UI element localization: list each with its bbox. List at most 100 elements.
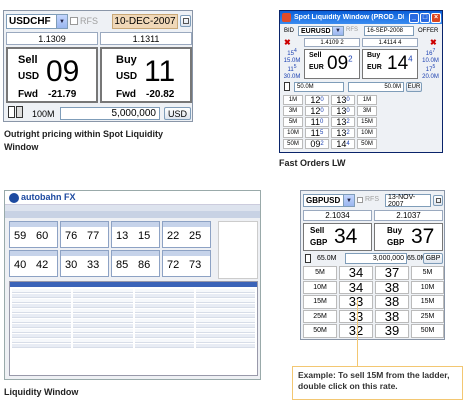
tile-ask[interactable]: 25 (189, 230, 201, 242)
document-icon[interactable] (8, 106, 15, 118)
price-tile[interactable]: 85 86 (111, 250, 160, 277)
currency-pair-select[interactable]: GBPUSD ▼ (303, 194, 355, 207)
currency-button[interactable]: USD (164, 107, 191, 120)
price-tile[interactable]: 72 73 (162, 250, 211, 277)
tile-ask[interactable]: 33 (87, 259, 99, 271)
buy-tile[interactable]: Buy USD 11 Fwd -20.82 (100, 47, 192, 103)
ladder-bid[interactable]: 11 0 (305, 117, 329, 127)
ask-depth-bottom[interactable]: 175 20.0M (420, 64, 441, 81)
sell-tile[interactable]: Sell USD 09 Fwd -21.79 (6, 47, 98, 103)
ladder-bid[interactable]: 33 (339, 309, 373, 324)
maximize-icon[interactable]: □ (420, 12, 430, 23)
chevron-down-icon[interactable]: ▼ (56, 15, 67, 28)
tile-header (10, 222, 57, 227)
amount-field[interactable]: 3,000,000 (345, 253, 407, 264)
sell-label: Sell (310, 226, 325, 235)
ladder-ask[interactable]: 14 4 (331, 139, 355, 149)
price-tile[interactable]: 40 42 (9, 250, 58, 277)
ladder-ask-value: 14 (336, 139, 347, 149)
price-tile[interactable]: 13 15 (111, 221, 160, 248)
sell-tile[interactable]: Sell EUR 092 (304, 49, 360, 79)
gbpusd-window: GBPUSD ▼ RFS 13-NOV-2007 2.1034 2.1037 S… (300, 190, 445, 340)
price-tile[interactable]: 30 33 (60, 250, 109, 277)
order-icon[interactable] (305, 254, 311, 263)
tile-bid[interactable]: 76 (65, 230, 77, 242)
ladder-bid[interactable]: 33 (339, 294, 373, 309)
blotter-row (12, 289, 72, 293)
tile-bid[interactable]: 30 (65, 259, 77, 271)
currency-button[interactable]: EUR (406, 82, 422, 92)
quantity-field[interactable]: 50.0M (294, 82, 344, 92)
ladder-bid[interactable]: 32 (339, 323, 373, 338)
tile-bid[interactable]: 22 (167, 230, 179, 242)
order-icons[interactable] (8, 106, 24, 120)
buy-tile[interactable]: Buy EUR 144 (362, 49, 418, 79)
price-tile[interactable]: 59 60 (9, 221, 58, 248)
ladder-ask[interactable]: 38 (375, 294, 409, 309)
close-x-icon[interactable]: ✖ (284, 38, 291, 47)
ask-depth-top[interactable]: 167 10.0M (420, 48, 441, 65)
ladder-ask[interactable]: 39 (375, 323, 409, 338)
rfs-toggle[interactable]: RFS (357, 196, 379, 203)
tile-ask[interactable]: 60 (36, 230, 48, 242)
ladder-bid[interactable]: 09 2 (305, 139, 329, 149)
ladder-qty: 50M (303, 324, 337, 338)
amount-field[interactable]: 5,000,000 (60, 107, 160, 120)
close-icon[interactable]: × (431, 12, 441, 23)
tile-ask[interactable]: 86 (138, 259, 150, 271)
tile-bid[interactable]: 85 (116, 259, 128, 271)
rfs-toggle[interactable]: RFS (70, 16, 98, 26)
logo (9, 193, 19, 203)
ladder-ask[interactable]: 13 0 (331, 95, 355, 105)
currency-button[interactable]: GBP (423, 253, 443, 264)
tile-ask[interactable]: 15 (138, 230, 150, 242)
minimize-icon[interactable]: _ (409, 12, 419, 23)
toolbar[interactable] (5, 211, 260, 218)
price-tile[interactable]: 22 25 (162, 221, 211, 248)
ladder-ask[interactable]: 38 (375, 309, 409, 324)
ladder-ask[interactable]: 13 0 (331, 106, 355, 116)
ladder-ask[interactable]: 13 2 (331, 128, 355, 138)
buy-big-figure: 144 (387, 53, 413, 74)
page-icon[interactable] (16, 106, 23, 118)
ladder-ask[interactable]: 13 2 (331, 117, 355, 127)
chevron-down-icon[interactable]: ▼ (343, 195, 354, 206)
price-tile[interactable]: 76 77 (60, 221, 109, 248)
currency-pair-select[interactable]: USDCHF ▼ (6, 14, 68, 29)
ladder-ask[interactable]: 37 (375, 265, 409, 280)
ladder-bid[interactable]: 34 (339, 265, 373, 280)
tile-bid[interactable]: 72 (167, 259, 179, 271)
ladder-ask[interactable]: 38 (375, 280, 409, 295)
blotter-row (134, 309, 194, 313)
ladder-bid[interactable]: 34 (339, 280, 373, 295)
tile-bid[interactable]: 40 (14, 259, 26, 271)
currency-pair-select[interactable]: EURUSD ▼ (298, 26, 344, 36)
sell-tile[interactable]: Sell GBP 34 (303, 223, 372, 251)
ladder-bid[interactable]: 12 0 (305, 106, 329, 116)
ladder-bid[interactable]: 12 0 (305, 95, 329, 105)
tile-bid[interactable]: 59 (14, 230, 26, 242)
ladder-qty: 5M (283, 117, 303, 127)
tile-header (10, 251, 57, 256)
blotter-row (12, 329, 72, 333)
chevron-down-icon[interactable]: ▼ (332, 27, 343, 35)
order-icon[interactable] (284, 82, 290, 91)
tile-ask[interactable]: 73 (189, 259, 201, 271)
maximize-button[interactable] (433, 195, 443, 206)
liquidity-window-caption: Liquidity Window (4, 387, 79, 397)
blotter-row (134, 314, 194, 318)
window-titlebar[interactable]: Spot Liquidity Window (PROD_DEMO ... _ □… (280, 11, 442, 24)
blotter-row (12, 299, 72, 303)
close-x-icon-right[interactable]: ✖ (430, 38, 437, 47)
bid-depth-bottom[interactable]: 115 30.0M (282, 64, 302, 81)
tile-ask[interactable]: 77 (87, 230, 99, 242)
bid-depth-top[interactable]: 154 15.0M (282, 48, 302, 65)
tile-bid[interactable]: 13 (116, 230, 128, 242)
tile-ask[interactable]: 42 (36, 259, 48, 271)
ladder-bid[interactable]: 11 5 (305, 128, 329, 138)
maximize-button[interactable] (180, 15, 191, 27)
buy-tile[interactable]: Buy GBP 37 (374, 223, 443, 251)
ladder-qty: 5M (303, 266, 337, 280)
amount-field[interactable]: 50.0M (348, 82, 404, 92)
quantity-value: 65.0M (317, 255, 337, 262)
